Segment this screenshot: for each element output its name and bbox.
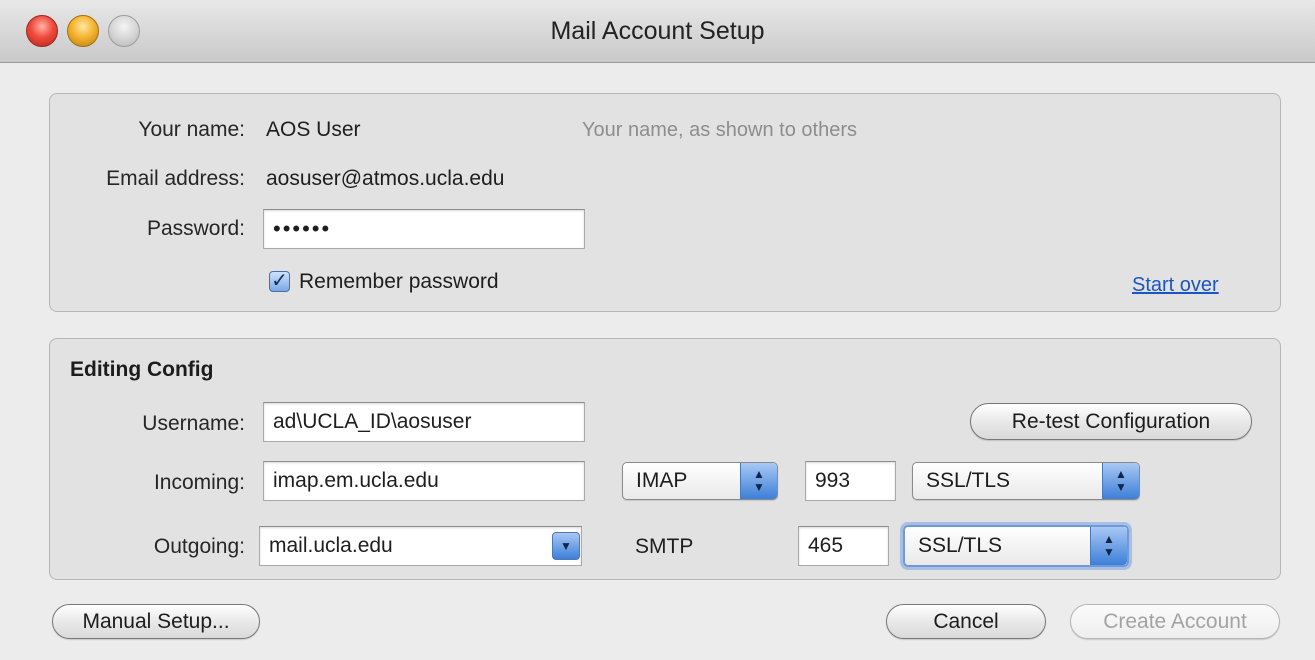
remember-password-checkbox[interactable]: ✓: [269, 271, 290, 292]
incoming-server-field[interactable]: imap.em.ucla.edu: [263, 461, 585, 501]
outgoing-server-value: mail.ucla.edu: [269, 534, 393, 557]
outgoing-server-combobox[interactable]: mail.ucla.edu: [259, 526, 582, 566]
up-down-arrows-icon: ▲ ▼: [1090, 527, 1127, 565]
outgoing-protocol-label: SMTP: [635, 535, 694, 558]
create-account-button[interactable]: Create Account: [1070, 604, 1280, 639]
editing-config-title: Editing Config: [70, 358, 214, 381]
incoming-security-select[interactable]: SSL/TLS ▲ ▼: [912, 462, 1140, 500]
email-address-value: aosuser@atmos.ucla.edu: [266, 167, 505, 190]
password-label: Password:: [146, 217, 245, 240]
retest-configuration-button[interactable]: Re-test Configuration: [970, 403, 1252, 440]
chevron-down-icon[interactable]: ▼: [552, 532, 580, 560]
outgoing-port-field[interactable]: 465: [798, 526, 889, 566]
password-field[interactable]: ••••••: [263, 209, 585, 249]
incoming-port-field[interactable]: 993: [805, 461, 896, 501]
title-bar[interactable]: Mail Account Setup: [0, 0, 1315, 63]
outgoing-security-value: SSL/TLS: [918, 534, 1003, 557]
up-down-arrows-icon: ▲ ▼: [1102, 463, 1139, 499]
up-down-arrows-icon: ▲ ▼: [740, 463, 777, 499]
your-name-label: Your name:: [138, 118, 245, 141]
username-label: Username:: [142, 412, 245, 435]
incoming-protocol-select[interactable]: IMAP ▲ ▼: [622, 462, 778, 500]
mail-account-setup-window: Mail Account Setup Your name: AOS User Y…: [0, 0, 1315, 660]
remember-password-label[interactable]: Remember password: [299, 270, 499, 294]
incoming-protocol-value: IMAP: [636, 469, 688, 492]
manual-setup-button[interactable]: Manual Setup...: [52, 604, 260, 639]
username-field[interactable]: ad\UCLA_ID\aosuser: [263, 402, 585, 442]
outgoing-label: Outgoing:: [153, 535, 245, 558]
email-address-label: Email address:: [106, 167, 245, 190]
incoming-security-value: SSL/TLS: [926, 469, 1011, 492]
your-name-hint: Your name, as shown to others: [582, 119, 857, 141]
window-title: Mail Account Setup: [550, 17, 765, 45]
your-name-value: AOS User: [266, 118, 361, 141]
start-over-link[interactable]: Start over: [1132, 274, 1219, 297]
incoming-label: Incoming:: [153, 471, 245, 494]
cancel-button[interactable]: Cancel: [886, 604, 1046, 639]
outgoing-security-select[interactable]: SSL/TLS ▲ ▼: [903, 525, 1129, 567]
